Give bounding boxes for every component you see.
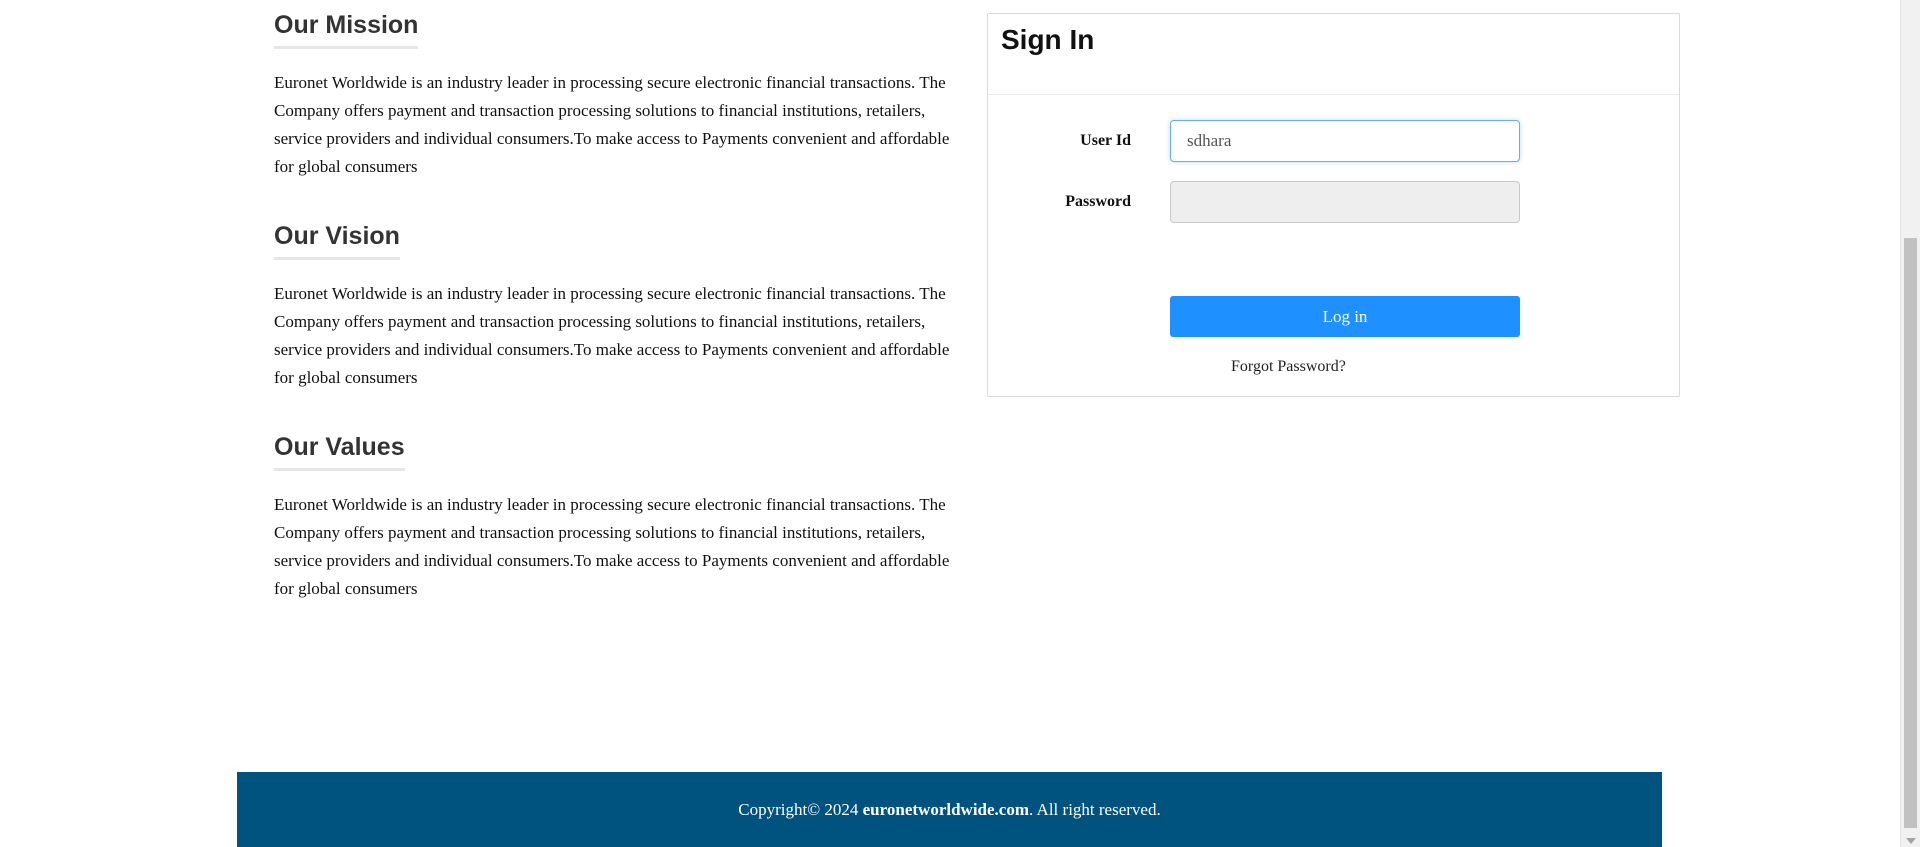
signin-header: Sign In	[988, 14, 1679, 95]
page-scrollbar[interactable]	[1900, 0, 1920, 847]
mission-text: Euronet Worldwide is an industry leader …	[274, 72, 950, 176]
mission-heading: Our Mission	[274, 11, 419, 49]
vision-heading: Our Vision	[274, 222, 400, 260]
userid-label: User Id	[1080, 132, 1131, 149]
footer-copyright-prefix: Copyright© 2024	[738, 800, 863, 819]
mission-section: Our Mission Euronet Worldwide is an indu…	[274, 11, 954, 181]
scrollbar-thumb[interactable]	[1904, 238, 1917, 828]
userid-input[interactable]	[1170, 120, 1520, 162]
values-heading: Our Values	[274, 433, 405, 471]
signin-title: Sign In	[1001, 24, 1095, 55]
vision-section: Our Vision Euronet Worldwide is an indus…	[274, 222, 954, 392]
footer: Copyright© 2024 euronetworldwide.com. Al…	[237, 772, 1662, 847]
signin-panel: Sign In User Id Password Log in Forgot P…	[987, 13, 1680, 397]
footer-site-name: euronetworldwide.com	[862, 800, 1029, 819]
password-input[interactable]	[1170, 181, 1520, 223]
userid-row: User Id	[988, 120, 1679, 162]
password-row: Password	[988, 181, 1679, 223]
login-button[interactable]: Log in	[1170, 296, 1520, 337]
forgot-password-link[interactable]: Forgot Password?	[1231, 358, 1346, 376]
password-label: Password	[1065, 193, 1131, 210]
scroll-down-arrow-icon[interactable]	[1906, 838, 1916, 844]
values-text: Euronet Worldwide is an industry leader …	[274, 494, 950, 598]
values-section: Our Values Euronet Worldwide is an indus…	[274, 433, 954, 603]
vision-text: Euronet Worldwide is an industry leader …	[274, 283, 950, 387]
footer-copyright-suffix: . All right reserved.	[1029, 800, 1161, 819]
